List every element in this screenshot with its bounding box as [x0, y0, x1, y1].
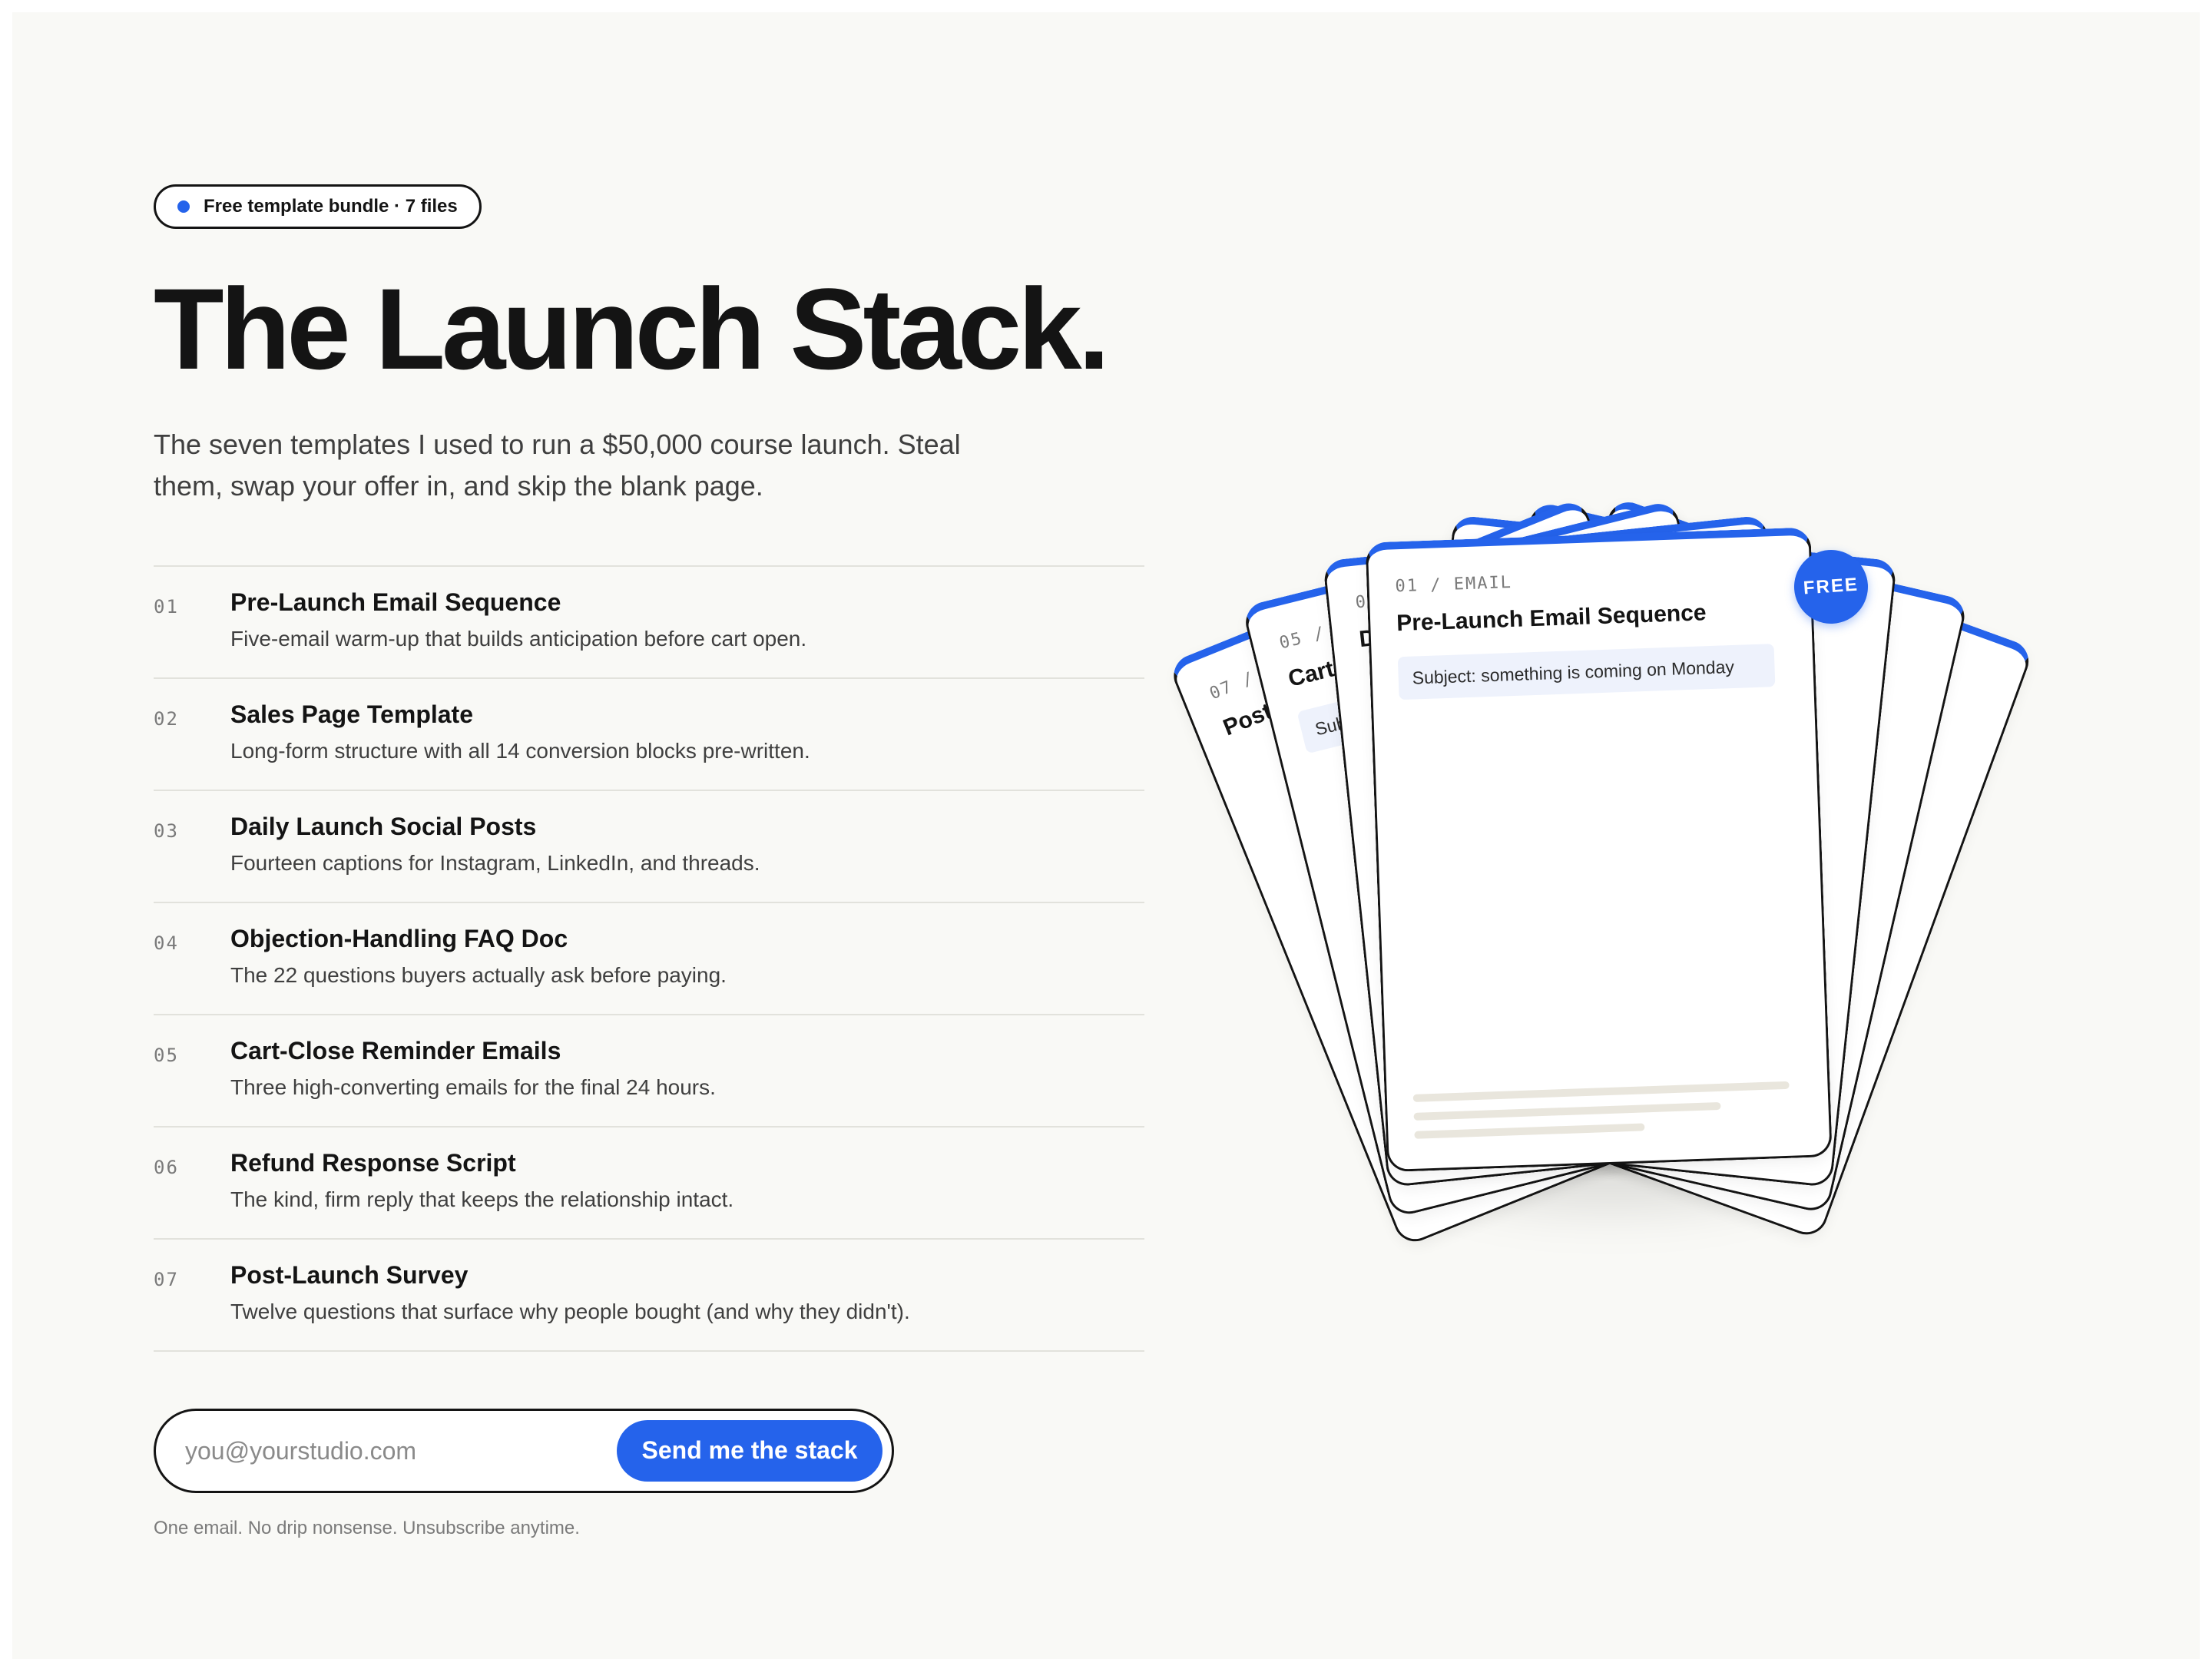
template-name: Post-Launch Survey: [230, 1260, 469, 1289]
template-description: Long-form structure with all 14 conversi…: [230, 738, 810, 763]
template-description: Three high-converting emails for the fin…: [230, 1075, 716, 1099]
template-row-6: 06 Refund Response Script The kind, firm…: [154, 1128, 1144, 1240]
card-category: 01 / EMAIL: [1395, 572, 1513, 597]
template-description: The kind, firm reply that keeps the rela…: [230, 1187, 734, 1211]
card-category: 0: [1354, 592, 1369, 613]
template-description: The 22 questions buyers actually ask bef…: [230, 962, 727, 987]
template-row-7: 07 Post-Launch Survey Twelve questions t…: [154, 1240, 1144, 1352]
template-row-2: 02 Sales Page Template Long-form structu…: [154, 679, 1144, 791]
template-description: Five-email warm-up that builds anticipat…: [230, 626, 807, 651]
landing-page: Free template bundle · 7 files The Launc…: [12, 12, 2200, 1659]
hero-column: Free template bundle · 7 files The Launc…: [154, 184, 1152, 1539]
template-number: 01: [154, 595, 179, 618]
template-row-5: 05 Cart-Close Reminder Emails Three high…: [154, 1015, 1144, 1128]
signup-form: Send me the stack: [154, 1408, 894, 1493]
template-name: Refund Response Script: [230, 1148, 516, 1177]
template-row-4: 04 Objection-Handling FAQ Doc The 22 que…: [154, 903, 1144, 1015]
template-card-front: 01 / EMAIL Pre-Launch Email Sequence Sub…: [1365, 527, 1833, 1173]
card-subject: Subject: something is coming on Monday: [1397, 644, 1776, 700]
template-number: 05: [154, 1044, 179, 1066]
template-name: Objection-Handling FAQ Doc: [230, 924, 568, 952]
template-name: Pre-Launch Email Sequence: [230, 588, 561, 616]
bundle-badge: Free template bundle · 7 files: [154, 184, 482, 229]
email-input[interactable]: [184, 1426, 601, 1477]
template-description: Twelve questions that surface why people…: [230, 1299, 910, 1323]
card-placeholder-line: [1413, 1101, 1721, 1121]
template-number: 03: [154, 820, 179, 842]
template-card-fan: 07 / FORM Post-La 05 / EM Cart-C Subj 0 …: [1167, 496, 2035, 1248]
template-number: 06: [154, 1156, 179, 1178]
send-stack-button[interactable]: Send me the stack: [617, 1419, 882, 1482]
hero-lede: The seven templates I used to run a $50,…: [154, 428, 961, 502]
template-description: Fourteen captions for Instagram, LinkedI…: [230, 850, 760, 875]
template-name: Sales Page Template: [230, 700, 473, 728]
template-list: 01 Pre-Launch Email Sequence Five-email …: [154, 565, 1144, 1352]
template-row-1: 01 Pre-Launch Email Sequence Five-email …: [154, 567, 1144, 679]
template-name: Cart-Close Reminder Emails: [230, 1036, 561, 1065]
template-name: Daily Launch Social Posts: [230, 812, 537, 840]
card-placeholder-line: [1412, 1081, 1790, 1102]
template-row-3: 03 Daily Launch Social Posts Fourteen ca…: [154, 791, 1144, 903]
signup-fineprint: One email. No drip nonsense. Unsubscribe…: [154, 1517, 580, 1538]
bundle-badge-label: Free template bundle · 7 files: [204, 196, 458, 217]
template-number: 04: [154, 932, 179, 954]
template-number: 02: [154, 707, 179, 730]
card-placeholder-line: [1414, 1123, 1645, 1139]
status-dot-icon: [177, 200, 190, 213]
page-title: The Launch Stack.: [154, 264, 1110, 393]
card-title: Pre-Launch Email Sequence: [1396, 600, 1707, 637]
template-number: 07: [154, 1268, 179, 1290]
